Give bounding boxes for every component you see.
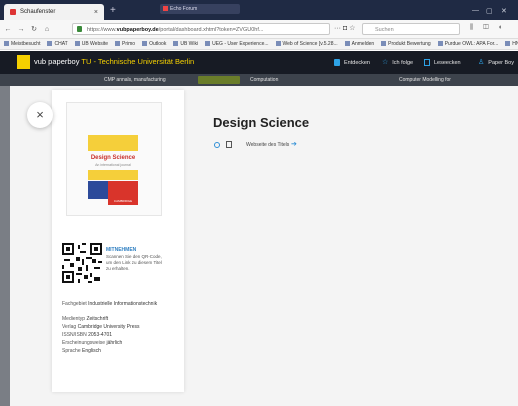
cover-block	[88, 170, 138, 180]
close-button[interactable]: ×	[27, 102, 53, 128]
nav-entdecken[interactable]: Entdecken	[334, 59, 370, 66]
url-domain: vubpaperboy.de	[116, 27, 159, 33]
meta-value: Cambridge University Press	[77, 324, 140, 330]
tab-favicon-icon	[163, 6, 168, 11]
tab-close-icon[interactable]: ×	[94, 9, 98, 16]
back-icon[interactable]: ←	[3, 26, 13, 33]
brand[interactable]: vub paperboy TU - Technische Universität…	[34, 57, 194, 66]
page-title: Design Science	[213, 115, 310, 130]
meta-label: Sprache	[62, 348, 81, 354]
meta-value: jährlich	[106, 340, 123, 346]
bookmark-item[interactable]: Primo	[115, 39, 135, 49]
paperboy-logo-icon[interactable]	[17, 55, 30, 69]
strip-item[interactable]: Computation	[250, 77, 278, 83]
meta-label: Fachgebiet	[62, 301, 87, 307]
bookmark-item[interactable]: Purdue OWL: APA For...	[438, 39, 499, 49]
maximize-icon[interactable]: ▢	[486, 7, 493, 15]
website-link[interactable]: Webseite des Titels	[246, 142, 289, 148]
book-icon	[334, 59, 340, 66]
arrow-right-icon[interactable]: ➔	[291, 140, 297, 148]
meta-label: Erscheinungsweise	[62, 340, 106, 346]
nav-leseecken[interactable]: Leseecken	[424, 59, 461, 66]
tab-title: Schaufenster	[20, 9, 56, 15]
settings-icon[interactable]	[214, 142, 220, 148]
bookmark-item[interactable]: Web of Science [v.5.28...	[276, 39, 338, 49]
cover-block	[88, 181, 108, 199]
bookmark-item[interactable]: Outlook	[142, 39, 166, 49]
meta-row: Erscheinungsweise jährlich	[62, 340, 122, 346]
minimize-icon[interactable]: —	[472, 7, 479, 14]
reload-icon[interactable]: ↻	[29, 25, 39, 33]
meta-row: Verlag Cambridge University Press	[62, 324, 140, 330]
tab-title: Echo Forum	[170, 6, 198, 12]
window-close-icon[interactable]: ✕	[501, 7, 507, 15]
search-input[interactable]: Suchen	[362, 23, 460, 35]
nav-label: Paper Boy	[488, 59, 514, 66]
nav-ich-folge[interactable]: ☆ Ich folge	[382, 59, 413, 66]
meta-value: Zeitschrift	[86, 316, 109, 322]
tab-favicon-icon	[10, 9, 16, 15]
browser-tab-inactive[interactable]: Echo Forum	[160, 4, 240, 14]
bookmarks-bar: Meistbesucht CHAT UB Website Primo Outlo…	[0, 39, 518, 50]
user-icon: ♙	[478, 59, 485, 66]
nav-label: Ich folge	[392, 59, 414, 66]
brand-name: vub paperboy	[34, 57, 80, 66]
nav-label: Entdecken	[344, 59, 370, 66]
bookmark-item[interactable]: Produkt Bewertung	[381, 39, 431, 49]
left-band	[0, 86, 10, 406]
bookmark-item[interactable]: UEG - User Experience...	[205, 39, 268, 49]
lock-icon	[77, 26, 82, 32]
new-tab-icon[interactable]: +	[110, 6, 120, 16]
bookmark-item[interactable]: CHAT	[47, 39, 67, 49]
url-prefix: https://www.	[87, 27, 117, 33]
nav-label: Leseecken	[434, 59, 461, 66]
toolbar-icons[interactable]: ⫼ ◫ ◐	[470, 24, 507, 32]
page-actions[interactable]: ··· ◘ ☆	[334, 24, 355, 32]
meta-row: Fachgebiet Industrielle Informationstech…	[62, 301, 157, 307]
reading-list-icon	[424, 59, 430, 66]
meta-row: Sprache Englisch	[62, 348, 101, 354]
strip-item[interactable]: CMP annals, manufacturing	[104, 77, 166, 83]
home-icon[interactable]: ⌂	[42, 26, 52, 33]
meta-row: ISSN/ISBN 2053-4701	[62, 332, 112, 338]
qr-code-icon	[62, 243, 102, 283]
nav-paper-boy[interactable]: ♙ Paper Boy	[478, 59, 514, 66]
cover-title: Design Science	[90, 155, 136, 161]
qr-description: Scannen Sie den QR-Code, um den Link zu …	[106, 254, 162, 271]
cover-subtitle: An international journal	[95, 163, 131, 167]
meta-value: 2053-4701	[88, 332, 113, 338]
qr-heading[interactable]: MITNEHMEN	[106, 247, 136, 253]
document-icon[interactable]	[226, 141, 232, 148]
meta-label: Verlag	[62, 324, 77, 330]
meta-value: Englisch	[82, 348, 101, 354]
url-bar[interactable]: https://www.vubpaperboy.de/portal/dashbo…	[72, 23, 330, 35]
browser-tab-active[interactable]: Schaufenster ×	[4, 4, 104, 20]
bookmark-item[interactable]: Anmelden	[345, 39, 375, 49]
bookmark-item[interactable]: Meistbesucht	[4, 39, 40, 49]
meta-value: Industrielle Informationstechnik	[88, 301, 158, 307]
url-path: /portal/dashboard.xhtml?token=ZVGU0hf...	[158, 27, 264, 33]
meta-row: Medientyp Zeitschrift	[62, 316, 108, 322]
forward-icon[interactable]: →	[16, 26, 26, 33]
bookmark-item[interactable]: UB Website	[75, 39, 108, 49]
search-placeholder: Suchen	[375, 27, 394, 33]
cover-publisher: CAMBRIDGE	[113, 199, 133, 203]
brand-institution: TU - Technische Universität Berlin	[81, 57, 195, 66]
meta-label: ISSN/ISBN	[62, 332, 87, 338]
meta-label: Medientyp	[62, 316, 86, 322]
cover-block	[88, 135, 138, 151]
star-icon: ☆	[382, 59, 389, 66]
bookmark-item[interactable]: UB Wiki	[173, 39, 198, 49]
strip-item[interactable]: Computer Modelling for	[399, 77, 451, 83]
bookmark-item[interactable]: HN	[505, 39, 518, 49]
category-highlight	[198, 76, 240, 84]
